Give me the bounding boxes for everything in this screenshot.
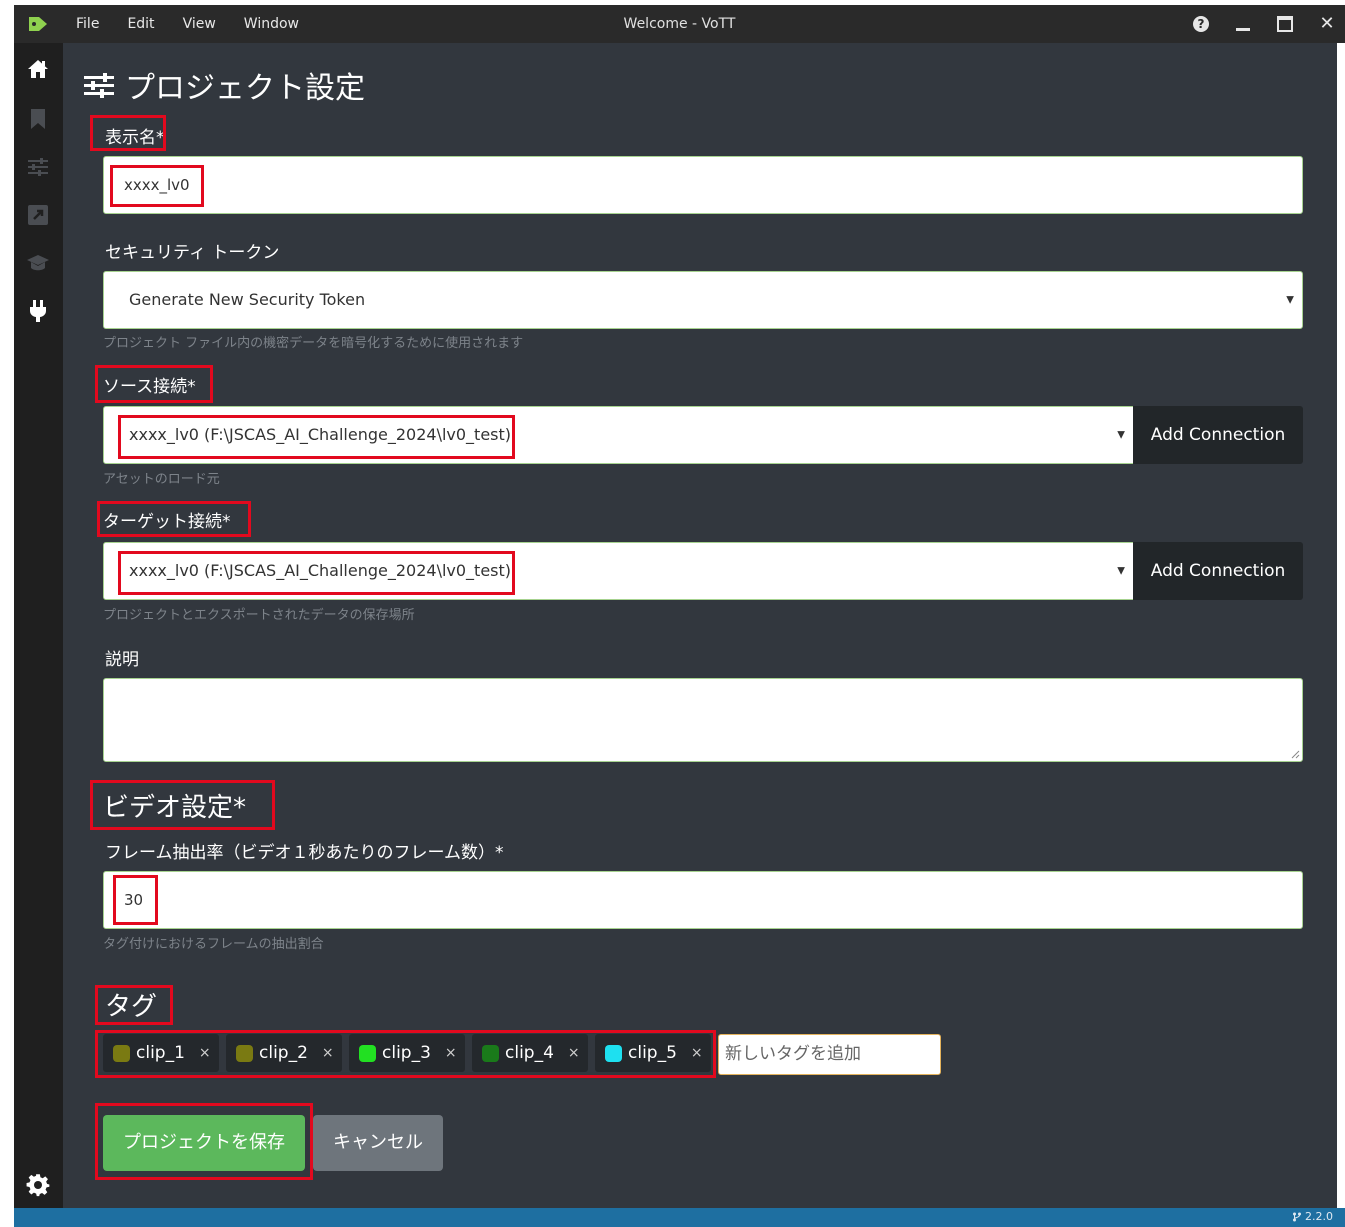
tag-color-swatch <box>236 1044 253 1062</box>
sliders-icon <box>84 73 114 98</box>
tags-title: タグ <box>105 992 158 1022</box>
frame-rate-label: フレーム抽出率（ビデオ１秒あたりのフレーム数）* <box>105 843 504 863</box>
version-text: 2.2.0 <box>1305 1210 1333 1223</box>
tag-label: clip_3 <box>382 1043 431 1063</box>
save-project-button[interactable]: プロジェクトを保存 <box>103 1115 305 1171</box>
cancel-button[interactable]: キャンセル <box>313 1115 443 1171</box>
graduation-cap-icon[interactable] <box>26 251 50 275</box>
sidebar <box>14 43 63 1208</box>
version-info: 2.2.0 <box>1292 1210 1333 1223</box>
help-icon[interactable]: ? <box>1193 16 1209 32</box>
tag-chip[interactable]: clip_4 × <box>472 1034 588 1072</box>
status-bar: 2.2.0 <box>14 1208 1345 1227</box>
source-connection-select[interactable]: xxxx_lv0 (F:\JSCAS_AI_Challenge_2024\lv0… <box>103 406 1134 464</box>
branch-icon <box>1293 1212 1301 1221</box>
page-title-text: プロジェクト設定 <box>125 71 365 106</box>
window-controls: ? ✕ <box>1193 5 1335 43</box>
tag-chip[interactable]: clip_5 × <box>595 1034 711 1072</box>
security-token-help: プロジェクト ファイル内の機密データを暗号化するために使用されます <box>103 336 524 351</box>
frame-rate-value: 30 <box>124 891 144 909</box>
security-token-select[interactable]: Generate New Security Token ▼ <box>103 271 1303 329</box>
chevron-down-icon: ▼ <box>1117 429 1125 441</box>
description-label: 説明 <box>105 650 139 670</box>
display-name-field[interactable]: xxxx_lv0 <box>103 156 1303 214</box>
maximize-icon[interactable] <box>1277 16 1293 32</box>
target-connection-label: ターゲット接続* <box>103 512 231 532</box>
target-connection-selected: xxxx_lv0 (F:\JSCAS_AI_Challenge_2024\lv0… <box>129 561 512 580</box>
frame-rate-field[interactable]: 30 <box>103 871 1303 929</box>
tag-color-swatch <box>113 1044 130 1062</box>
new-tag-input[interactable]: 新しいタグを追加 <box>718 1034 941 1075</box>
chevron-down-icon: ▼ <box>1286 294 1294 306</box>
project-settings-page: プロジェクト設定 表示名* xxxx_lv0 セキュリティ トークン Gener… <box>63 43 1337 1208</box>
home-icon[interactable] <box>26 57 50 81</box>
page-title: プロジェクト設定 <box>83 63 365 107</box>
tag-color-swatch <box>482 1044 499 1062</box>
window-edge <box>1337 43 1345 1208</box>
tag-chip[interactable]: clip_2 × <box>226 1034 342 1072</box>
remove-tag-icon[interactable]: × <box>691 1045 703 1061</box>
vott-logo-icon <box>29 17 47 31</box>
display-name-value: xxxx_lv0 <box>124 176 190 194</box>
target-connection-select[interactable]: xxxx_lv0 (F:\JSCAS_AI_Challenge_2024\lv0… <box>103 542 1134 600</box>
tag-color-swatch <box>359 1044 376 1062</box>
chevron-down-icon: ▼ <box>1117 565 1125 577</box>
tag-label: clip_5 <box>628 1043 677 1063</box>
gear-icon[interactable] <box>26 1173 50 1197</box>
target-add-connection-button[interactable]: Add Connection <box>1133 542 1303 600</box>
bookmark-icon[interactable] <box>26 107 50 131</box>
description-textarea[interactable] <box>103 678 1303 762</box>
resize-handle-icon[interactable] <box>1290 749 1300 759</box>
tag-color-swatch <box>605 1044 622 1062</box>
remove-tag-icon[interactable]: × <box>568 1045 580 1061</box>
target-connection-help: プロジェクトとエクスポートされたデータの保存場所 <box>103 608 415 623</box>
source-add-connection-button[interactable]: Add Connection <box>1133 406 1303 464</box>
video-settings-title: ビデオ設定* <box>103 793 247 823</box>
security-token-label: セキュリティ トークン <box>105 243 280 263</box>
remove-tag-icon[interactable]: × <box>322 1045 334 1061</box>
tag-label: clip_1 <box>136 1043 185 1063</box>
menu-window[interactable]: Window <box>244 16 299 32</box>
menu-file[interactable]: File <box>76 16 99 32</box>
minimize-icon[interactable] <box>1235 16 1251 32</box>
tag-label: clip_4 <box>505 1043 554 1063</box>
tag-chip[interactable]: clip_1 × <box>103 1034 219 1072</box>
display-name-label: 表示名* <box>105 128 165 148</box>
remove-tag-icon[interactable]: × <box>445 1045 457 1061</box>
plug-icon[interactable] <box>26 299 50 323</box>
menu-edit[interactable]: Edit <box>127 16 154 32</box>
export-icon[interactable] <box>26 203 50 227</box>
tag-label: clip_2 <box>259 1043 308 1063</box>
sliders-icon[interactable] <box>26 155 50 179</box>
frame-rate-help: タグ付けにおけるフレームの抽出割合 <box>103 937 324 952</box>
close-icon[interactable]: ✕ <box>1319 15 1335 33</box>
menu-bar: File Edit View Window <box>76 5 327 43</box>
menu-view[interactable]: View <box>183 16 216 32</box>
title-bar: File Edit View Window Welcome - VoTT ? ✕ <box>14 5 1345 43</box>
tag-chip[interactable]: clip_3 × <box>349 1034 465 1072</box>
remove-tag-icon[interactable]: × <box>199 1045 211 1061</box>
source-connection-help: アセットのロード元 <box>103 472 220 487</box>
source-connection-selected: xxxx_lv0 (F:\JSCAS_AI_Challenge_2024\lv0… <box>129 425 512 444</box>
security-token-selected: Generate New Security Token <box>129 290 366 309</box>
source-connection-label: ソース接続* <box>103 377 196 397</box>
